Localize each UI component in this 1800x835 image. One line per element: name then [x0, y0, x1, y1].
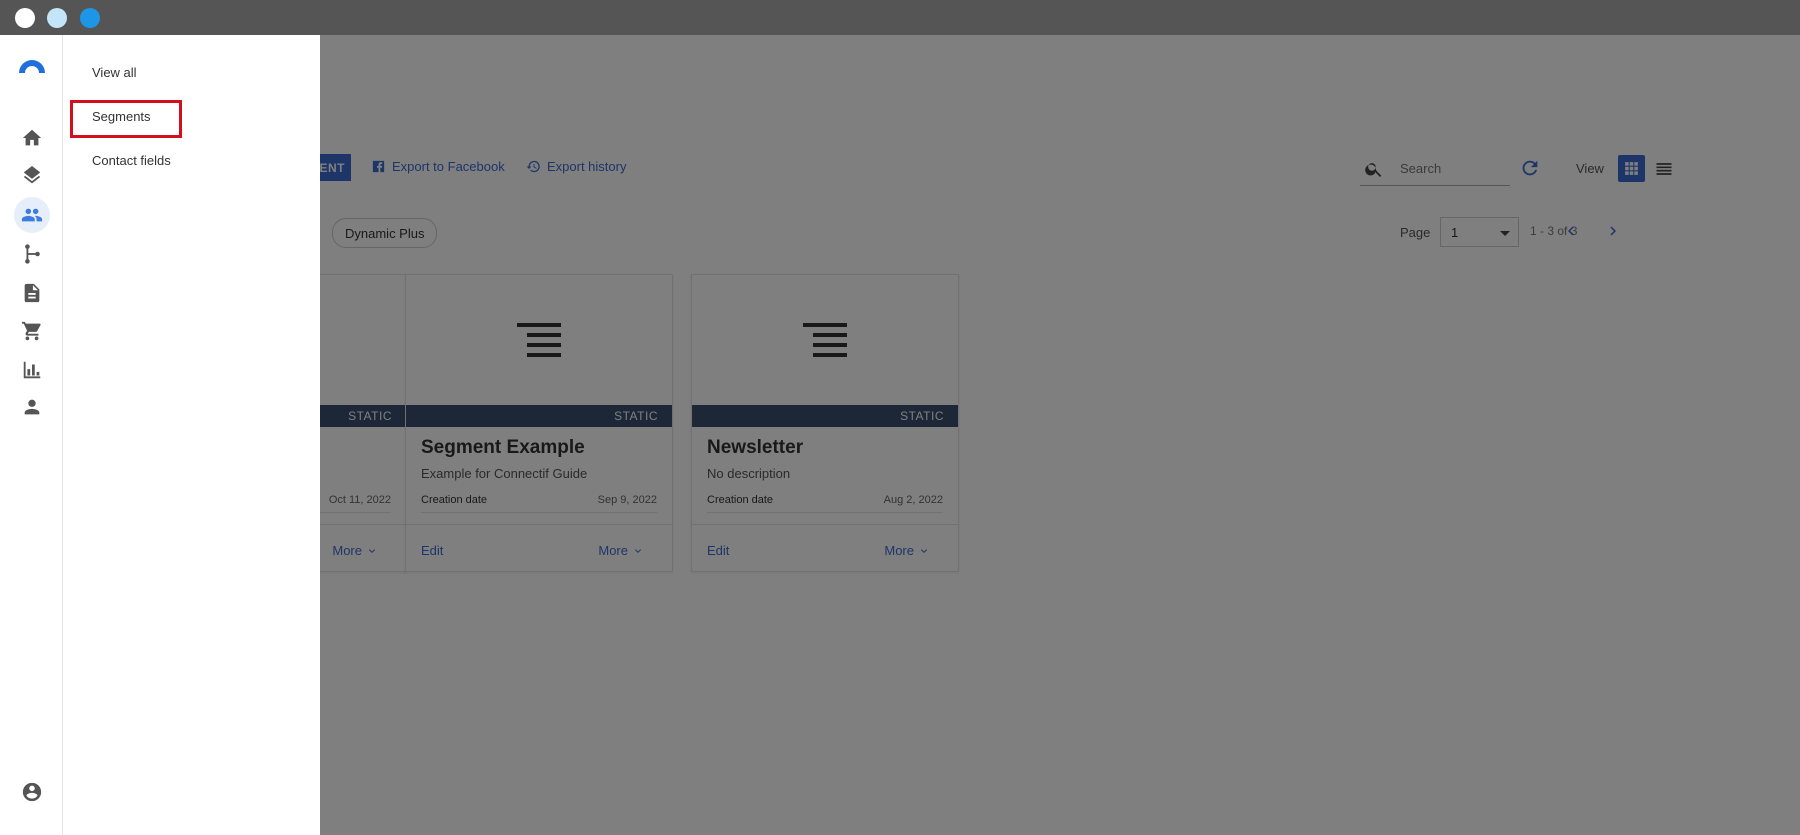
- facebook-icon: [372, 160, 385, 173]
- filter-chip-dynamic-plus[interactable]: Dynamic Plus: [332, 218, 438, 248]
- refresh-icon: [1522, 160, 1538, 176]
- caret-down-icon: [1500, 231, 1510, 236]
- card-divider: [692, 524, 958, 525]
- account-circle-icon: [22, 782, 42, 802]
- segment-description: No description: [707, 466, 791, 481]
- segment-meta-row: Creation date Sep 9, 2022: [421, 487, 657, 513]
- new-segment-button[interactable]: ENT: [320, 154, 351, 181]
- nav-contacts[interactable]: [14, 197, 50, 233]
- layers-icon: [23, 166, 41, 184]
- history-icon: [526, 160, 540, 173]
- meta-label: Creation date: [421, 493, 488, 506]
- list-icon: [1656, 162, 1671, 175]
- meta-value: Oct 11, 2022: [328, 493, 391, 506]
- segment-title: Newsletter: [707, 437, 804, 458]
- list-view-toggle[interactable]: [1650, 155, 1677, 182]
- contacts-icon: [21, 208, 43, 222]
- search-icon: [1365, 162, 1382, 177]
- chevron-down-icon: [369, 548, 375, 553]
- meta-value: Aug 2, 2022: [883, 493, 943, 506]
- chevron-down-icon: [635, 548, 641, 553]
- segments-main-content: ENT Export to Facebook Export history Vi…: [320, 35, 1800, 835]
- more-label: More: [332, 543, 362, 558]
- meta-label: Creation date: [707, 493, 774, 506]
- edit-link[interactable]: Edit: [421, 543, 443, 558]
- chevron-left-icon: [1568, 226, 1574, 236]
- home-icon: [22, 129, 42, 146]
- page-label: Page: [1400, 225, 1431, 240]
- window-close-button[interactable]: [15, 8, 35, 28]
- segment-lines-icon: [803, 323, 847, 357]
- edit-link[interactable]: Edit: [707, 543, 729, 558]
- segments-highlight-box: [70, 100, 182, 138]
- nav-home[interactable]: [14, 120, 50, 156]
- segment-card[interactable]: STATIC Oct 11, 2022 More: [320, 274, 407, 572]
- window-maximize-button[interactable]: [80, 8, 100, 28]
- segment-meta-row: Oct 11, 2022: [320, 487, 391, 513]
- card-thumbnail: [406, 275, 672, 405]
- nav-layers[interactable]: [14, 159, 50, 195]
- nav-user-profile[interactable]: [14, 774, 50, 810]
- segment-title: Segment Example: [421, 437, 585, 458]
- contacts-submenu: View all Segments Contact fields: [63, 35, 320, 835]
- nav-workflows[interactable]: [14, 236, 50, 272]
- logo-arc-icon: [19, 60, 45, 73]
- page-select-value: 1: [1451, 224, 1459, 240]
- more-menu-button[interactable]: More: [884, 543, 930, 558]
- connectif-logo[interactable]: [14, 50, 50, 80]
- grid-icon: [1625, 162, 1638, 175]
- search-input[interactable]: [1398, 160, 1502, 177]
- grid-view-toggle[interactable]: [1618, 155, 1645, 182]
- chevron-right-icon: [1610, 226, 1616, 236]
- submenu-item-view-all[interactable]: View all: [92, 65, 137, 80]
- more-menu-button[interactable]: More: [598, 543, 644, 558]
- segment-card[interactable]: STATIC Segment Example Example for Conne…: [405, 274, 673, 572]
- card-thumbnail: [320, 275, 406, 405]
- submenu-item-contact-fields[interactable]: Contact fields: [92, 153, 171, 168]
- segment-type-badge: STATIC: [406, 405, 672, 427]
- previous-page-button[interactable]: [1560, 220, 1582, 242]
- chevron-down-icon: [921, 548, 927, 553]
- export-to-facebook-link[interactable]: Export to Facebook: [371, 159, 505, 174]
- cart-icon: [21, 321, 41, 341]
- page-select[interactable]: 1: [1440, 217, 1519, 247]
- card-divider: [320, 524, 406, 525]
- segment-type-badge: STATIC: [320, 405, 406, 427]
- bar-chart-icon: [23, 361, 41, 379]
- nav-content[interactable]: [14, 275, 50, 311]
- more-label: More: [884, 543, 914, 558]
- window-minimize-button[interactable]: [47, 8, 67, 28]
- export-history-link[interactable]: Export history: [526, 159, 626, 174]
- window-titlebar: [0, 0, 1800, 35]
- next-page-button[interactable]: [1602, 220, 1624, 242]
- segment-type-badge: STATIC: [692, 405, 958, 427]
- nav-rail: [0, 35, 63, 835]
- nav-reports[interactable]: [14, 352, 50, 388]
- card-divider: [406, 524, 672, 525]
- card-thumbnail: [692, 275, 958, 405]
- search-box[interactable]: [1360, 152, 1510, 186]
- more-label: More: [598, 543, 628, 558]
- refresh-button[interactable]: [1519, 157, 1541, 179]
- view-label: View: [1576, 161, 1604, 176]
- export-to-facebook-label: Export to Facebook: [392, 159, 505, 174]
- segment-card[interactable]: STATIC Newsletter No description Creatio…: [691, 274, 959, 572]
- nav-store[interactable]: [14, 313, 50, 349]
- segment-lines-icon: [517, 323, 561, 357]
- segment-description: Example for Connectif Guide: [421, 466, 588, 481]
- meta-value: Sep 9, 2022: [597, 493, 657, 506]
- person-icon: [24, 399, 40, 415]
- export-history-label: Export history: [547, 159, 627, 174]
- workflow-icon: [25, 244, 40, 264]
- more-menu-button[interactable]: More: [332, 543, 378, 558]
- nav-account[interactable]: [14, 389, 50, 425]
- document-icon: [24, 283, 40, 303]
- segment-meta-row: Creation date Aug 2, 2022: [707, 487, 943, 513]
